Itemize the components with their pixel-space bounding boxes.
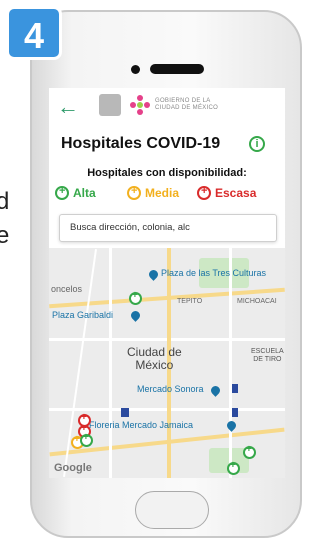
plus-pin-icon <box>197 185 211 200</box>
back-arrow-icon[interactable]: ← <box>57 94 79 120</box>
government-text-line: GOBIERNO DE LA <box>155 98 211 104</box>
map-label-line: DE TIRO <box>253 356 282 363</box>
legend-media: Media <box>127 185 180 200</box>
stage: d e ← GOBIERNO DE LA CIUDAD DE MÉXICO Ho… <box>0 0 302 543</box>
legend-label: Alta <box>73 186 96 200</box>
government-text-line: CIUDAD DE MÉXICO <box>155 105 219 111</box>
map-road <box>229 248 232 478</box>
hospital-pin-alta[interactable] <box>129 290 142 305</box>
front-camera <box>131 65 140 74</box>
legend-alta: Alta <box>55 185 96 200</box>
legend-label: Media <box>145 186 180 200</box>
availability-subtitle: Hospitales con disponibilidad: <box>87 167 247 179</box>
map-label: Plaza Garibaldi <box>52 310 114 320</box>
background-text-line: e <box>0 222 10 249</box>
map-label: Floreria Mercado Jamaica <box>89 420 194 430</box>
metro-station-icon <box>232 384 238 393</box>
map-road <box>109 248 112 478</box>
google-logo: Google <box>54 462 92 474</box>
plus-pin-icon <box>127 185 141 200</box>
background-text-line: d <box>0 188 10 215</box>
legend-escasa: Escasa <box>197 185 257 200</box>
map-label: MICHOACAI <box>237 298 277 305</box>
map-label: oncelos <box>51 284 83 294</box>
page-title: Hospitales COVID-19 <box>61 135 221 152</box>
map-poi-pin-icon <box>147 268 160 281</box>
legend-label: Escasa <box>215 186 257 200</box>
search-input[interactable]: Busca dirección, colonia, alc <box>59 214 277 242</box>
map-poi-pin-icon <box>209 384 222 397</box>
cdmx-seal-logo <box>99 94 121 116</box>
cdmx-logo-icon <box>130 95 150 115</box>
metro-station-icon <box>121 408 129 417</box>
map-city-label-line: México <box>135 358 174 372</box>
home-button[interactable] <box>135 491 209 529</box>
app-header: ← GOBIERNO DE LA CIUDAD DE MÉXICO <box>49 88 285 128</box>
map-label: ESCUELA DE TIRO <box>251 348 284 364</box>
metro-station-icon <box>232 408 238 417</box>
map-view[interactable]: Plaza de las Tres Culturas oncelos TEPIT… <box>49 248 285 478</box>
earpiece-speaker <box>150 64 204 74</box>
app-screen: ← GOBIERNO DE LA CIUDAD DE MÉXICO Hospit… <box>49 88 285 478</box>
step-badge: 4 <box>6 6 62 60</box>
background-text: d e <box>0 185 9 253</box>
hospital-pin-alta[interactable] <box>243 444 256 459</box>
map-poi-pin-icon <box>225 419 238 432</box>
government-text: GOBIERNO DE LA CIUDAD DE MÉXICO <box>155 98 218 112</box>
map-label-line: ESCUELA <box>251 348 284 355</box>
hospital-pin-alta[interactable] <box>227 460 240 475</box>
map-label: Plaza de las Tres Culturas <box>161 268 267 278</box>
info-icon[interactable]: i <box>249 136 265 152</box>
map-label: TEPITO <box>177 298 203 305</box>
map-poi-pin-icon <box>129 309 142 322</box>
map-city-label: Ciudad de México <box>127 346 182 372</box>
availability-legend: Alta Media Escasa <box>55 185 283 204</box>
plus-pin-icon <box>55 185 69 200</box>
map-label: Mercado Sonora <box>137 384 204 394</box>
hospital-pin-alta[interactable] <box>80 432 93 447</box>
phone-frame: ← GOBIERNO DE LA CIUDAD DE MÉXICO Hospit… <box>30 10 302 538</box>
